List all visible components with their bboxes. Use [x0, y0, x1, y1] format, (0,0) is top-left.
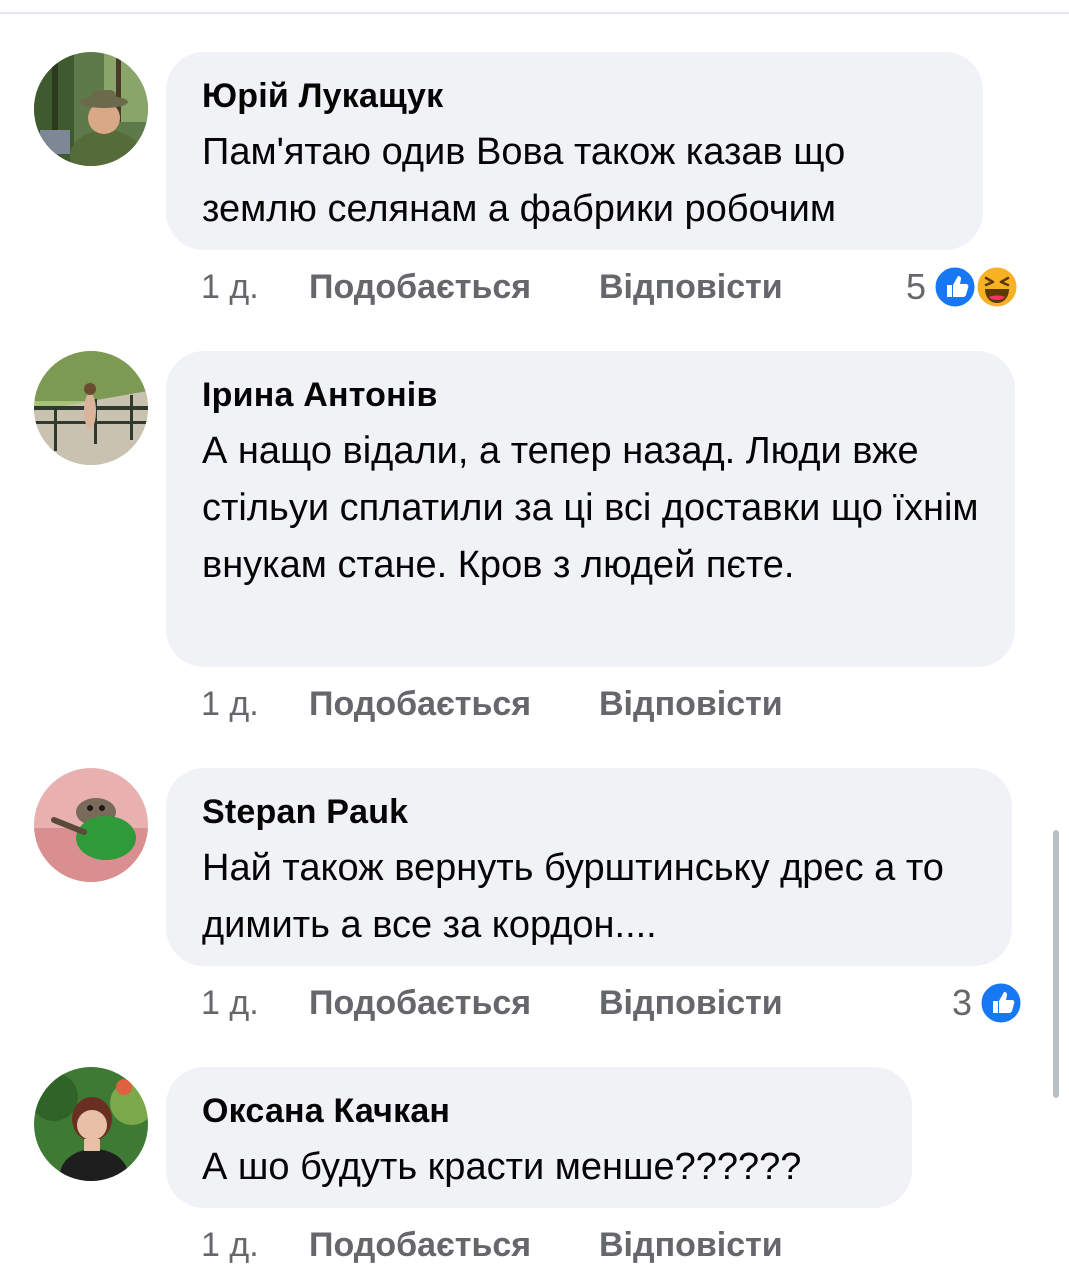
- comment-actions: 1 д. Подобається Відповісти: [201, 1220, 783, 1270]
- like-icon: [932, 264, 978, 310]
- reply-button[interactable]: Відповісти: [599, 268, 783, 307]
- comment-author[interactable]: Stepan Pauk: [202, 790, 976, 834]
- comment-text: Пам'ятаю одив Вова також казав що землю …: [202, 131, 846, 230]
- reaction-count: 3: [952, 982, 973, 1023]
- comment-text: А шо будуть красти менше??????: [202, 1146, 802, 1188]
- avatar[interactable]: [34, 1067, 148, 1181]
- reaction-summary[interactable]: 5: [906, 262, 1020, 312]
- comment-text: А нащо відали, а тепер назад. Люди вже с…: [202, 430, 979, 586]
- comment-actions: 1 д. Подобається Відповісти: [201, 978, 783, 1028]
- comment-bubble: Stepan Pauk Най також вернуть бурштинськ…: [166, 768, 1012, 966]
- like-icon: [978, 980, 1024, 1026]
- comment-actions: 1 д. Подобається Відповісти: [201, 262, 783, 312]
- comment-time[interactable]: 1 д.: [201, 268, 309, 307]
- reaction-count: 5: [906, 266, 927, 307]
- haha-icon: [974, 264, 1020, 310]
- scrollbar[interactable]: [1053, 830, 1059, 1098]
- comment-time[interactable]: 1 д.: [201, 984, 309, 1023]
- reaction-summary[interactable]: 3: [952, 978, 1024, 1028]
- reply-button[interactable]: Відповісти: [599, 1226, 783, 1265]
- like-button[interactable]: Подобається: [309, 685, 599, 724]
- comment-time[interactable]: 1 д.: [201, 1226, 309, 1265]
- comment-author[interactable]: Ірина Антонів: [202, 373, 979, 417]
- like-button[interactable]: Подобається: [309, 268, 599, 307]
- reply-button[interactable]: Відповісти: [599, 685, 783, 724]
- avatar[interactable]: [34, 351, 148, 465]
- comment-time[interactable]: 1 д.: [201, 685, 309, 724]
- comment-bubble: Оксана Качкан А шо будуть красти менше??…: [166, 1067, 912, 1208]
- top-divider: [0, 12, 1069, 14]
- comment-bubble: Ірина Антонів А нащо відали, а тепер наз…: [166, 351, 1015, 667]
- comment-text: Най також вернуть бурштинську дрес а то …: [202, 847, 944, 946]
- avatar[interactable]: [34, 768, 148, 882]
- comment-author[interactable]: Юрій Лукащук: [202, 74, 947, 118]
- comment-author[interactable]: Оксана Качкан: [202, 1089, 876, 1133]
- comment-bubble: Юрій Лукащук Пам'ятаю одив Вова також ка…: [166, 52, 983, 250]
- reply-button[interactable]: Відповісти: [599, 984, 783, 1023]
- like-button[interactable]: Подобається: [309, 1226, 599, 1265]
- avatar[interactable]: [34, 52, 148, 166]
- comment-actions: 1 д. Подобається Відповісти: [201, 679, 783, 729]
- like-button[interactable]: Подобається: [309, 984, 599, 1023]
